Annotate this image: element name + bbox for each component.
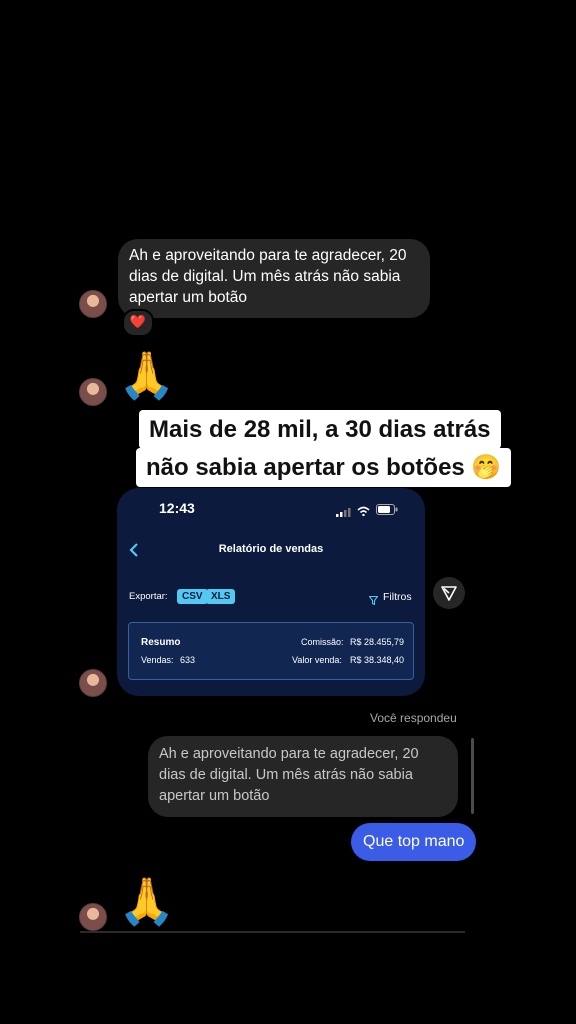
avatar[interactable] (79, 669, 107, 697)
summary-card: Resumo Vendas: 633 Comissão: R$ 28.455,7… (128, 622, 414, 680)
summary-heading: Resumo (141, 637, 181, 648)
export-label: Exportar: (129, 591, 168, 602)
sale-value-label: Valor venda: (292, 655, 342, 665)
sale-value-value: R$ 38.348,40 (350, 655, 405, 665)
avatar[interactable] (79, 378, 107, 406)
replied-label: Você respondeu (370, 711, 457, 725)
message-text: Ah e aproveitando para te agradecer, 20 … (129, 247, 407, 306)
banner-line-2: não sabia apertar os botões 🤭 (136, 448, 512, 487)
quoted-text: Ah e aproveitando para te agradecer, 20 … (159, 746, 419, 804)
quoted-message[interactable]: Ah e aproveitando para te agradecer, 20 … (148, 736, 458, 817)
pray-emoji-glyph: 🙏 (118, 348, 176, 402)
divider (80, 931, 465, 933)
share-button[interactable] (433, 577, 465, 609)
signal-icon (336, 504, 351, 517)
wifi-icon (357, 503, 370, 521)
avatar[interactable] (79, 903, 107, 931)
pray-emoji[interactable]: 🙏 (118, 876, 175, 926)
message-bubble[interactable]: Ah e aproveitando para te agradecer, 20 … (118, 239, 430, 318)
send-icon (441, 586, 457, 601)
reply-text: Que top mano (363, 833, 465, 850)
banner-line-1: Mais de 28 mil, a 30 dias atrás (139, 410, 501, 449)
commission-label: Comissão: (301, 637, 344, 647)
commission-value: R$ 28.455,79 (350, 637, 405, 647)
sales-label: Vendas: (141, 655, 174, 665)
banner-line-2-text: não sabia apertar os botões 🤭 (146, 454, 502, 481)
avatar[interactable] (79, 290, 107, 318)
heart-reaction[interactable]: ❤️ (122, 309, 154, 337)
battery-icon (376, 502, 398, 520)
reaction-emoji: ❤️ (129, 315, 147, 330)
pray-emoji-glyph: 🙏 (118, 874, 176, 928)
export-csv-button[interactable]: CSV (177, 589, 208, 604)
banner-line-1-text: Mais de 28 mil, a 30 dias atrás (149, 416, 491, 443)
export-xls-button[interactable]: XLS (206, 589, 236, 604)
filter-icon[interactable] (368, 592, 379, 610)
reply-bubble[interactable]: Que top mano (351, 823, 477, 861)
screen-title: Relatório de vendas (218, 543, 324, 555)
pray-emoji[interactable]: 🙏 (118, 350, 175, 400)
sales-value: 633 (180, 655, 196, 665)
filters-button[interactable]: Filtros (383, 591, 412, 603)
shared-screenshot[interactable]: 12:43 Relatório de vendas Exportar: CSV … (117, 488, 425, 696)
status-time: 12:43 (159, 500, 195, 516)
quote-bar (471, 738, 474, 814)
